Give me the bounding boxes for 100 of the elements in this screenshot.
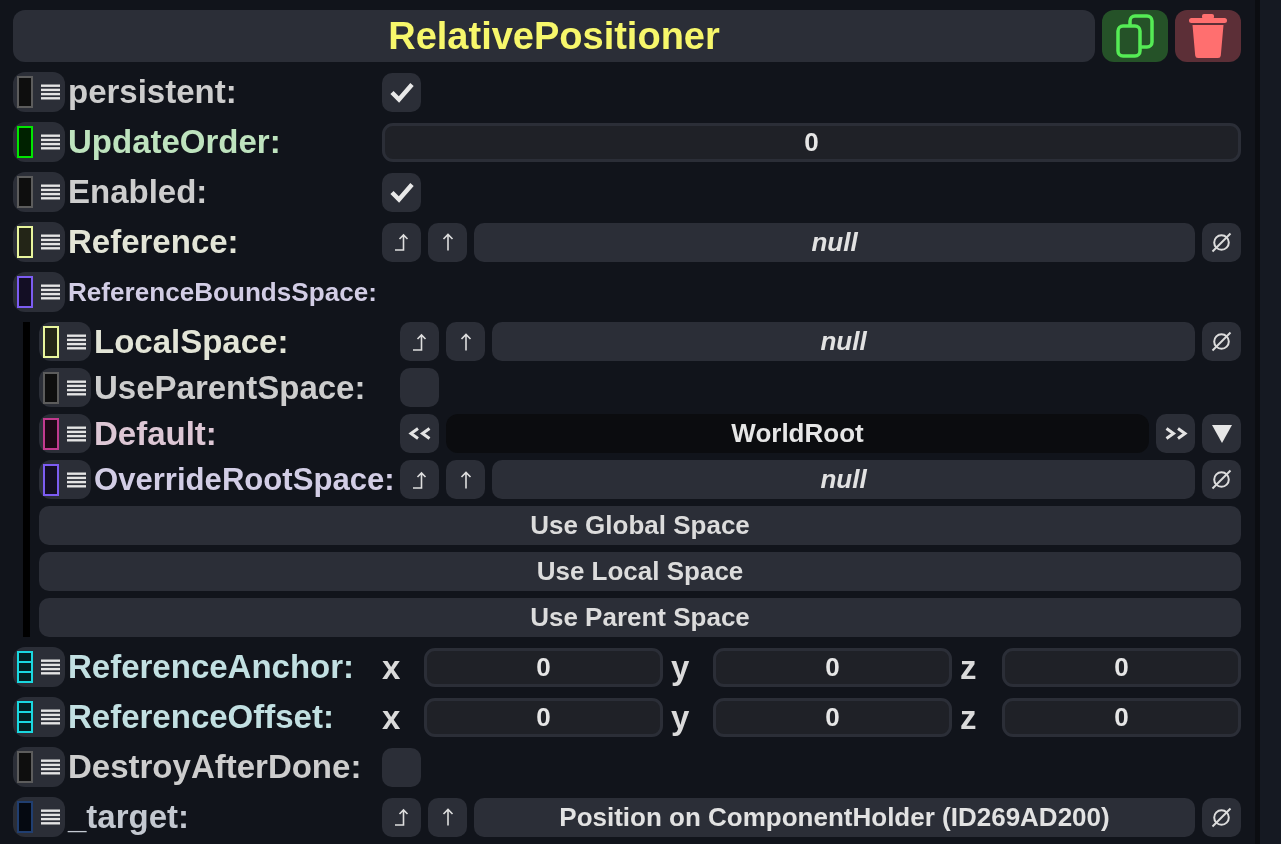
clear-button[interactable] [1202,797,1241,837]
clear-button[interactable] [1202,460,1241,499]
field-handle[interactable] [13,172,65,212]
axis-label: x [382,700,402,734]
field-handle[interactable] [39,368,91,407]
menu-icon [41,184,60,200]
slashed-circle-icon [1211,331,1232,352]
field-label: ReferenceAnchor: [68,648,355,686]
reference-field[interactable]: Position on ComponentHolder (ID269AD200) [474,797,1195,837]
up-arrow-icon [441,233,454,251]
field-label: OverrideRootSpace: [94,461,395,498]
up-arrow-icon [459,332,472,351]
field-handle[interactable] [39,460,91,499]
previous-button[interactable] [400,414,439,453]
field-label: UseParentSpace: [94,368,366,407]
parent-button[interactable] [428,797,467,837]
reference-field[interactable]: null [492,322,1195,361]
up-arrow-icon [459,470,472,489]
parent-button[interactable] [446,322,485,361]
field-label: Reference: [68,223,239,261]
field-handle[interactable] [39,414,91,453]
delete-button[interactable] [1175,10,1241,62]
menu-icon [67,471,86,488]
reference-field[interactable]: null [492,460,1195,499]
axis-label: z [960,700,978,734]
menu-icon [41,759,60,775]
field-handle[interactable] [13,272,65,312]
number-field[interactable]: 0 [1002,697,1241,737]
field-handle[interactable] [13,747,65,787]
corner-up-arrow-icon [393,233,410,251]
axis-label: x [382,650,402,684]
number-field[interactable]: 0 [1002,647,1241,687]
field-label: _target: [68,798,190,836]
action-button[interactable]: Use Global Space [39,506,1241,545]
trash-icon [1189,14,1227,58]
reference-field[interactable]: null [474,222,1195,262]
field-label: UpdateOrder: [68,123,281,161]
axis-label: z [960,650,978,684]
checkbox[interactable] [382,747,421,787]
number-field[interactable]: 0 [713,697,952,737]
dropdown-button[interactable] [1202,414,1241,453]
action-button[interactable]: Use Local Space [39,552,1241,591]
menu-icon [67,379,86,396]
pick-button[interactable] [400,460,439,499]
component-title: RelativePositioner [388,17,720,55]
menu-icon [41,234,60,250]
field-label: ReferenceBoundsSpace: [68,277,377,307]
menu-icon [41,134,60,150]
field-label: Enabled: [68,173,208,211]
clear-button[interactable] [1202,322,1241,361]
pick-button[interactable] [382,222,421,262]
field-label: persistent: [68,73,237,111]
field-handle[interactable] [39,322,91,361]
axis-label: y [671,700,691,734]
menu-icon [41,659,60,675]
number-field[interactable]: 0 [424,647,663,687]
slashed-circle-icon [1211,469,1232,490]
field-handle[interactable] [13,72,65,112]
axis-label: y [671,650,691,684]
menu-icon [67,333,86,350]
corner-up-arrow-icon [411,470,428,489]
caret-down-icon [1211,424,1232,443]
up-arrow-icon [441,808,454,826]
checkmark-icon [388,181,415,203]
checkbox[interactable] [382,72,421,112]
corner-up-arrow-icon [393,808,410,826]
field-handle[interactable] [13,122,65,162]
menu-icon [41,284,60,300]
double-chevron-right-icon [1163,427,1188,440]
checkbox[interactable] [382,172,421,212]
number-field[interactable]: 0 [424,697,663,737]
pick-button[interactable] [400,322,439,361]
parent-button[interactable] [446,460,485,499]
field-handle[interactable] [13,697,65,737]
pick-button[interactable] [382,797,421,837]
slashed-circle-icon [1211,806,1232,828]
parent-button[interactable] [428,222,467,262]
field-label: DestroyAfterDone: [68,748,362,786]
menu-icon [41,809,60,825]
enum-field[interactable]: WorldRoot [446,414,1149,453]
double-chevron-left-icon [407,427,432,440]
menu-icon [67,425,86,442]
field-label: Default: [94,414,217,453]
menu-icon [41,709,60,725]
checkbox[interactable] [400,368,439,407]
clear-button[interactable] [1202,222,1241,262]
field-label: LocalSpace: [94,322,289,361]
field-label: ReferenceOffset: [68,698,334,736]
field-handle[interactable] [13,222,65,262]
next-button[interactable] [1156,414,1195,453]
action-button[interactable]: Use Parent Space [39,598,1241,637]
checkmark-icon [388,81,415,103]
field-handle[interactable] [13,797,65,837]
duplicate-button[interactable] [1102,10,1168,62]
menu-icon [41,84,60,100]
field-handle[interactable] [13,647,65,687]
number-field[interactable]: 0 [713,647,952,687]
number-field[interactable]: 0 [382,122,1241,162]
slashed-circle-icon [1211,231,1232,253]
copy-icon [1116,14,1154,58]
